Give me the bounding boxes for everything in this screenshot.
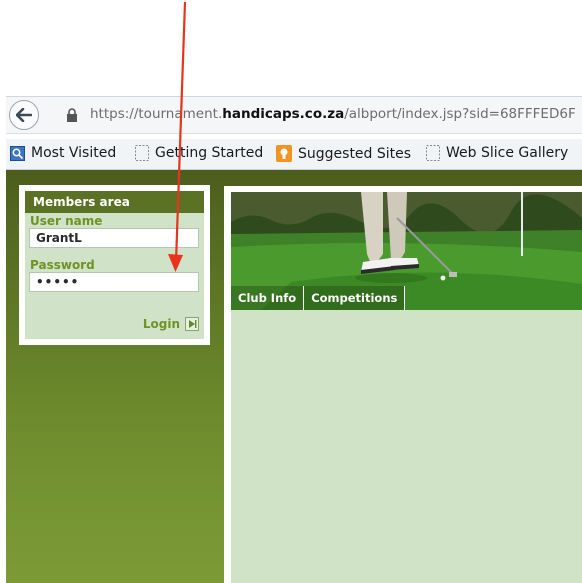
nav-item-label: Competitions <box>311 291 398 305</box>
login-label: Login <box>142 317 180 331</box>
bookmark-label: Web Slice Gallery <box>446 145 569 161</box>
login-form: Members area User name GrantL Password •… <box>25 191 204 339</box>
url-domain: handicaps.co.za <box>222 106 345 122</box>
back-arrow-icon <box>16 108 32 122</box>
address-bar: https://tournament.handicaps.co.za/albpo… <box>6 96 582 134</box>
members-area-title: Members area <box>25 191 204 213</box>
content-frame: Club Info Competitions <box>224 186 582 583</box>
url-prefix: https://tournament. <box>90 106 223 122</box>
bookmark-label: Most Visited <box>31 145 117 161</box>
golf-banner-image: Club Info Competitions <box>231 192 582 310</box>
page-body: Members area User name GrantL Password •… <box>6 170 582 583</box>
bookmark-getting-started[interactable]: Getting Started <box>135 145 263 161</box>
nav-item-label: Club Info <box>238 291 297 305</box>
username-label: User name <box>30 214 103 228</box>
password-label: Password <box>30 258 95 272</box>
username-input[interactable]: GrantL <box>29 228 199 248</box>
bookmark-label: Suggested Sites <box>298 145 412 162</box>
bookmarks-toolbar: Most Visited Getting Started Suggested S… <box>6 139 582 170</box>
login-button[interactable]: Login <box>143 317 199 331</box>
suggested-sites-icon <box>276 145 292 162</box>
most-visited-icon <box>10 145 25 161</box>
nav-club-info[interactable]: Club Info <box>231 286 305 310</box>
play-arrow-icon <box>185 317 199 331</box>
bookmark-suggested-sites[interactable]: Suggested Sites <box>276 145 411 162</box>
lock-icon <box>67 108 77 122</box>
bookmark-most-visited[interactable]: Most Visited <box>10 145 116 161</box>
page-icon <box>135 145 149 161</box>
url-field[interactable]: https://tournament.handicaps.co.za/albpo… <box>90 106 576 122</box>
bookmark-web-slice-gallery[interactable]: Web Slice Gallery <box>426 145 568 161</box>
main-nav: Club Info Competitions <box>231 286 406 310</box>
members-login-panel: Members area User name GrantL Password •… <box>19 185 210 345</box>
bookmark-label: Getting Started <box>155 145 264 161</box>
page-icon <box>426 145 440 161</box>
nav-competitions[interactable]: Competitions <box>304 286 406 310</box>
main-content-area <box>231 310 582 583</box>
back-button[interactable] <box>9 100 39 130</box>
url-path: /albport/index.jsp?sid=68FFFED6F <box>344 106 576 122</box>
password-input[interactable]: ••••• <box>29 272 199 292</box>
